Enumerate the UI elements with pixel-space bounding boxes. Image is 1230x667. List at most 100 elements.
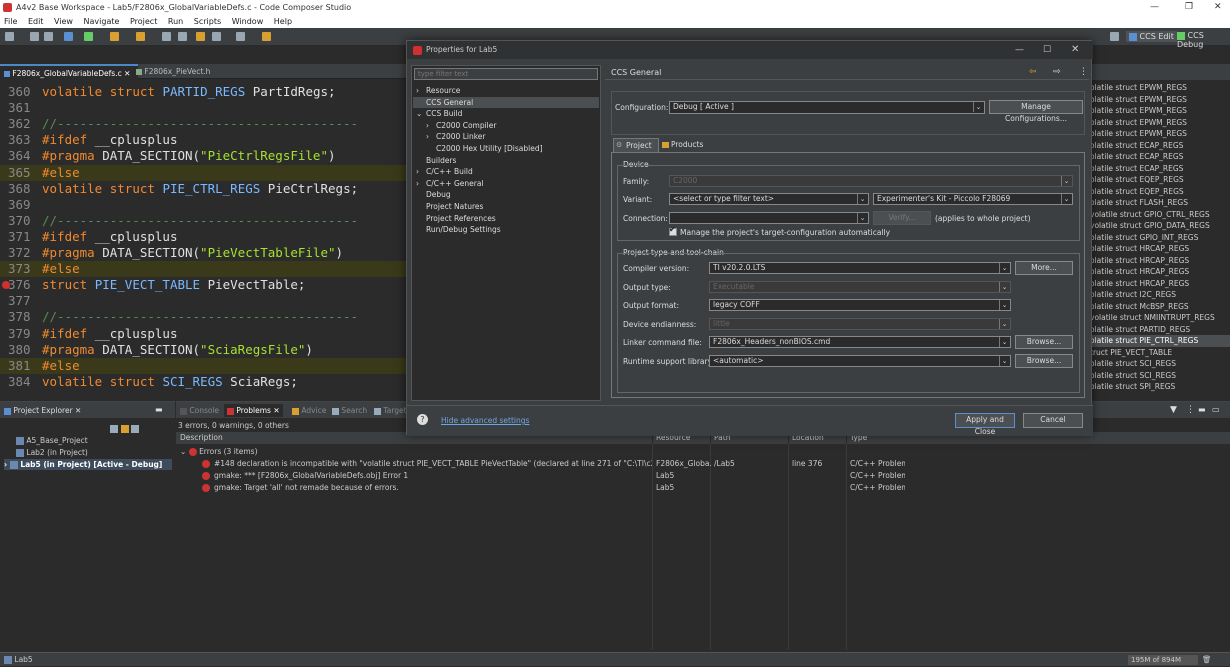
outline-item[interactable]: olatile struct FLASH_REGS — [1090, 197, 1230, 209]
outline-item[interactable]: olatile struct EQEP_REGS — [1090, 174, 1230, 186]
project-lab2[interactable]: Lab2 (in Project) — [16, 447, 88, 458]
code-line[interactable]: 370 //-----------------------------------… — [0, 213, 406, 229]
menu-navigate[interactable]: Navigate — [84, 16, 120, 28]
tab-problems[interactable]: Problems ✕ — [224, 404, 283, 417]
filter-icon[interactable]: ▼ — [1170, 405, 1177, 415]
configuration-select[interactable]: Debug [ Active ] ⌄ — [669, 101, 985, 114]
variant-filter-select[interactable]: <select or type filter text> ⌄ — [669, 193, 869, 205]
outline-item[interactable]: olatile struct PIE_CTRL_REGS — [1090, 335, 1230, 347]
code-line[interactable]: 360 volatile struct PARTID_REGS PartIdReg… — [0, 84, 406, 100]
code-line[interactable]: 380 #pragma DATA_SECTION("SciaRegsFile") — [0, 342, 406, 358]
outline-item[interactable]: truct PIE_VECT_TABLE — [1090, 347, 1230, 359]
tab-search[interactable]: Search — [332, 406, 367, 415]
forward-icon[interactable]: ⇨ — [1053, 67, 1061, 77]
menu-window[interactable]: Window — [232, 16, 264, 28]
endianness-select[interactable]: little ⌄ — [709, 318, 1011, 330]
connection-select[interactable]: ⌄ — [669, 212, 869, 224]
manage-configurations-button[interactable]: Manage Configurations... — [989, 100, 1083, 123]
nav-item[interactable]: › C/C++ General — [413, 178, 599, 189]
outline-item[interactable]: olatile struct EPWM_REGS — [1090, 105, 1230, 117]
outline-item[interactable]: olatile struct ECAP_REGS — [1090, 151, 1230, 163]
linker-select[interactable]: F2806x_Headers_nonBIOS.cmd ⌄ — [709, 336, 1011, 348]
menu-project[interactable]: Project — [130, 16, 157, 28]
tab-globalvariabledefs[interactable]: F2806x_GlobalVariableDefs.c ✕ — [0, 64, 138, 79]
code-line[interactable]: 372 #pragma DATA_SECTION("PieVectTableFil… — [0, 245, 406, 261]
next-icon[interactable] — [236, 32, 245, 41]
code-line[interactable]: 363 #ifdef __cplusplus — [0, 132, 406, 148]
link-editor-icon[interactable] — [120, 424, 129, 433]
code-line[interactable]: 361 — [0, 100, 406, 116]
cancel-button[interactable]: Cancel — [1023, 413, 1083, 428]
menu-view[interactable]: View — [54, 16, 73, 28]
build-icon[interactable] — [64, 32, 73, 41]
code-line[interactable]: 373 #else — [0, 261, 406, 278]
minimize-view-icon[interactable]: ▬ — [155, 405, 163, 414]
problem-row[interactable]: gmake: *** [F2806x_GlobalVariableDefs.ob… — [176, 470, 1230, 482]
toggle-icon[interactable] — [178, 32, 187, 41]
outline-item[interactable]: olatile struct EPWM_REGS — [1090, 128, 1230, 140]
apply-close-button[interactable]: Apply and Close — [955, 413, 1015, 436]
hide-advanced-link[interactable]: Hide advanced settings — [441, 416, 529, 425]
filter-input[interactable]: type filter text — [414, 68, 598, 80]
outline-item[interactable]: olatile struct HRCAP_REGS — [1090, 243, 1230, 255]
outline-item[interactable]: olatile struct I2C_REGS — [1090, 289, 1230, 301]
project-a5-base[interactable]: A5_Base_Project — [16, 435, 88, 446]
outline-item[interactable]: olatile struct HRCAP_REGS — [1090, 278, 1230, 290]
code-line[interactable]: 364 #pragma DATA_SECTION("PieCtrlRegsFile… — [0, 148, 406, 164]
output-type-select[interactable]: Executable ⌄ — [709, 281, 1011, 293]
nav-item[interactable]: Debug — [413, 189, 599, 200]
maximize-view-icon[interactable]: ▭ — [1212, 405, 1220, 414]
save-icon[interactable] — [30, 32, 39, 41]
help-icon[interactable]: ? — [417, 414, 428, 425]
code-line[interactable]: 384 volatile struct SCI_REGS SciaRegs; — [0, 374, 406, 390]
runtime-select[interactable]: <automatic> ⌄ — [709, 355, 1011, 367]
view-menu-icon[interactable]: ⋮ — [1186, 405, 1195, 415]
dialog-maximize-button[interactable]: ☐ — [1043, 41, 1051, 59]
close-icon[interactable]: ✕ — [124, 69, 130, 78]
problem-row[interactable]: gmake: Target 'all' not remade because o… — [176, 482, 1230, 494]
search-icon[interactable] — [162, 32, 171, 41]
outline-item[interactable]: volatile struct GPIO_CTRL_REGS — [1090, 209, 1230, 221]
variant-select[interactable]: Experimenter's Kit - Piccolo F28069 ⌄ — [873, 193, 1073, 205]
outline-item[interactable]: olatile struct SCI_REGS — [1090, 370, 1230, 382]
nav-item[interactable]: › C2000 Linker — [413, 131, 599, 142]
nav-item[interactable]: Project Natures — [413, 201, 599, 212]
outline-item[interactable]: volatile struct NMIINTRUPT_REGS — [1090, 312, 1230, 324]
code-line[interactable]: 378 //-----------------------------------… — [0, 309, 406, 325]
tools-icon[interactable] — [136, 32, 145, 41]
save-all-icon[interactable] — [44, 32, 53, 41]
expand-icon[interactable]: › — [426, 120, 436, 131]
forward-icon[interactable] — [212, 32, 221, 41]
outline-item[interactable]: olatile struct EPWM_REGS — [1090, 94, 1230, 106]
compiler-select[interactable]: TI v20.2.0.LTS ⌄ — [709, 262, 1011, 274]
family-select[interactable]: C2000 ⌄ — [669, 175, 1073, 187]
runtime-browse-button[interactable]: Browse... — [1015, 354, 1073, 368]
menu-file[interactable]: File — [4, 16, 17, 28]
close-button[interactable]: ✕ — [1214, 2, 1222, 12]
expand-icon[interactable]: › — [416, 178, 426, 189]
outline-item[interactable]: olatile struct SPI_REGS — [1090, 381, 1230, 393]
expand-icon[interactable]: › — [426, 131, 436, 142]
menu-run[interactable]: Run — [168, 16, 183, 28]
error-group-row[interactable]: ⌄ Errors (3 items) — [176, 446, 1230, 458]
heap-status[interactable]: 195M of 894M — [1128, 655, 1198, 665]
linker-browse-button[interactable]: Browse... — [1015, 335, 1073, 349]
tab-pievect[interactable]: F2806x_PieVect.h — [132, 64, 222, 79]
outline-item[interactable]: olatile struct EPWM_REGS — [1090, 117, 1230, 129]
nav-item[interactable]: › Resource — [413, 85, 599, 96]
tab-console[interactable]: Console — [180, 406, 219, 415]
code-line[interactable]: 381 #else — [0, 357, 406, 374]
code-line[interactable]: 371 #ifdef __cplusplus — [0, 229, 406, 245]
filter-icon[interactable] — [131, 424, 140, 433]
code-editor[interactable]: 360 volatile struct PARTID_REGS PartIdReg… — [0, 80, 406, 398]
tab-target[interactable]: Target — [374, 406, 407, 415]
code-line[interactable]: 376 struct PIE_VECT_TABLE PieVectTable; — [0, 277, 406, 293]
outline-item[interactable]: olatile struct McBSP_REGS — [1090, 301, 1230, 313]
outline-item[interactable]: olatile struct EQEP_REGS — [1090, 186, 1230, 198]
nav-item[interactable]: Builders — [413, 155, 599, 166]
menu-help[interactable]: Help — [274, 16, 292, 28]
outline-item[interactable]: olatile struct HRCAP_REGS — [1090, 255, 1230, 267]
outline-item[interactable]: olatile struct EPWM_REGS — [1090, 82, 1230, 94]
tab-advice[interactable]: Advice — [292, 406, 326, 415]
code-line[interactable]: 377 — [0, 293, 406, 309]
